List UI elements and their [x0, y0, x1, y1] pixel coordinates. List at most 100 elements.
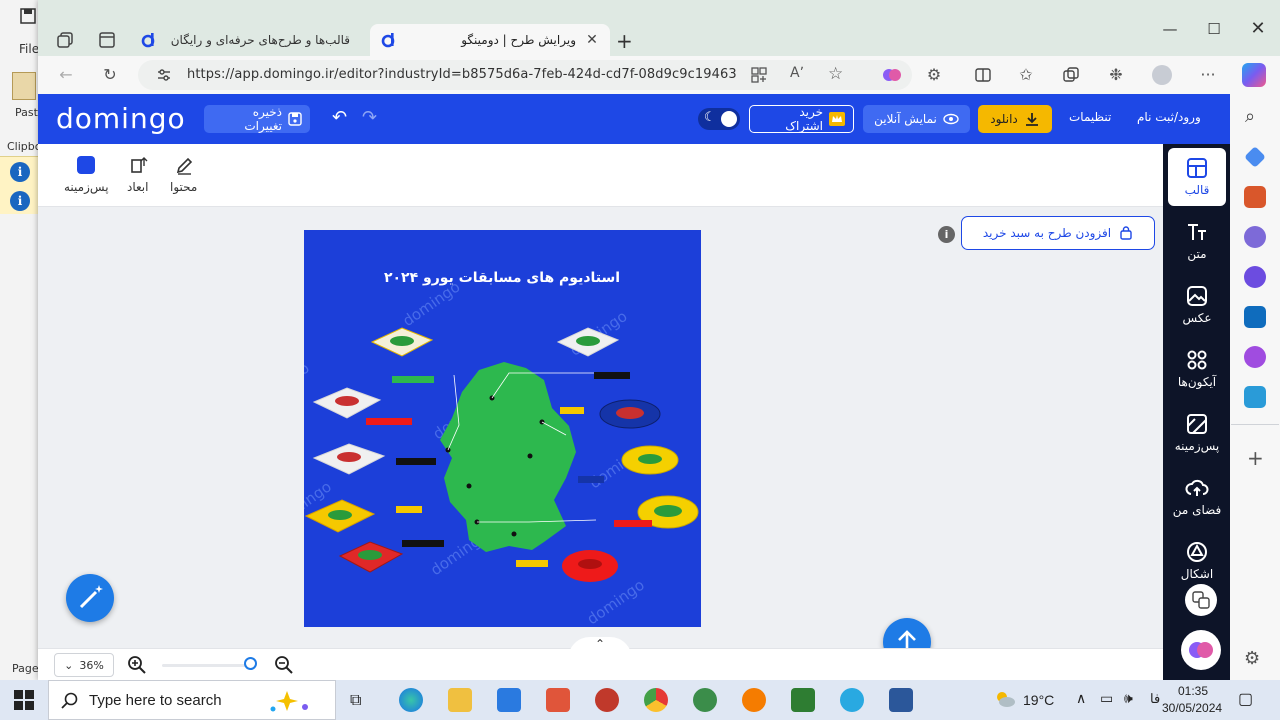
sidebar-item-label: پس‌زمینه: [1174, 439, 1220, 453]
copilot-brain-icon[interactable]: [1181, 630, 1221, 670]
tab-templates[interactable]: قالب‌ها و طرح‌های حرفه‌ای و رایگان: [130, 24, 368, 56]
sidebar-item-my-space[interactable]: فضای من: [1168, 468, 1226, 526]
info-bar: i i: [0, 156, 40, 214]
domingo-editor: domingo ذخیره تغییرات ↶ ↷ ☾ خرید اشتراک …: [38, 94, 1230, 680]
globe-app-icon[interactable]: [693, 688, 717, 712]
clock-date[interactable]: 30/05/2024: [1162, 701, 1222, 715]
tab-title: قالب‌ها و طرح‌های حرفه‌ای و رایگان: [170, 33, 350, 47]
sidebar-item-template[interactable]: قالب: [1168, 148, 1226, 206]
address-bar[interactable]: https://app.domingo.ir/editor?industryId…: [138, 60, 912, 90]
save-changes-button[interactable]: ذخیره تغییرات: [204, 105, 310, 133]
chrome-icon[interactable]: [644, 688, 668, 712]
games-icon[interactable]: [1244, 226, 1266, 248]
sidebar-item-shapes[interactable]: اشکال: [1168, 532, 1226, 590]
settings-gear-icon[interactable]: ⚙: [1244, 648, 1260, 669]
maximize-icon[interactable]: ☐: [1194, 20, 1234, 46]
firefox-icon[interactable]: [742, 688, 766, 712]
profile-avatar-icon[interactable]: [1152, 65, 1172, 85]
edge-app-icon[interactable]: [399, 688, 423, 712]
shopping-tag-icon[interactable]: [1244, 146, 1266, 168]
help-info-icon[interactable]: i: [938, 226, 955, 243]
battery-icon[interactable]: ▭: [1100, 690, 1113, 707]
design-canvas[interactable]: domingo domingo domingo domingo domingo dom…: [304, 230, 701, 627]
send-icon[interactable]: [1244, 386, 1266, 408]
buy-subscription-button[interactable]: خرید اشتراک: [749, 105, 854, 133]
outlook-icon[interactable]: [1244, 306, 1266, 328]
minimize-icon[interactable]: —: [1150, 20, 1190, 46]
clock-time[interactable]: 01:35: [1178, 684, 1208, 698]
workspaces-icon[interactable]: [56, 31, 74, 49]
download-button[interactable]: دانلود: [978, 105, 1052, 133]
sidebar-item-icons[interactable]: آیکون‌ها: [1168, 340, 1226, 398]
tool-content[interactable]: محتوا: [170, 156, 197, 194]
dark-mode-toggle[interactable]: ☾: [698, 108, 740, 130]
temperature[interactable]: 19°C: [1023, 692, 1054, 708]
microsoft365-icon[interactable]: [1244, 266, 1266, 288]
notifications-icon[interactable]: ▢: [1238, 689, 1253, 709]
file-explorer-icon[interactable]: [448, 688, 472, 712]
task-view-icon[interactable]: ⧉: [350, 690, 361, 710]
collapse-panel-button[interactable]: ⌃: [568, 637, 632, 659]
domingo-logo[interactable]: domingo: [56, 102, 186, 135]
language-indicator[interactable]: فا: [1150, 691, 1160, 707]
tools-icon[interactable]: [1244, 186, 1266, 208]
sidebar-item-background[interactable]: پس‌زمینه: [1168, 404, 1226, 462]
collections-icon[interactable]: [1062, 66, 1080, 84]
site-info-icon[interactable]: [156, 67, 172, 83]
online-preview-button[interactable]: نمایش آنلاین: [863, 105, 970, 133]
volume-icon[interactable]: 🕪: [1124, 690, 1133, 707]
chevron-up-icon: ⌃: [594, 637, 606, 651]
translate-icon[interactable]: [1185, 584, 1217, 616]
back-icon[interactable]: ←: [56, 65, 76, 85]
svg-text:domingo: domingo: [584, 576, 648, 627]
zoom-slider-handle[interactable]: [244, 657, 257, 670]
redo-icon[interactable]: ↷: [362, 107, 377, 128]
store-icon[interactable]: [497, 688, 521, 712]
word-icon[interactable]: [889, 688, 913, 712]
settings-link[interactable]: تنظیمات: [1069, 110, 1111, 124]
login-link[interactable]: ورود/ثبت نام: [1137, 110, 1201, 124]
close-tab-icon[interactable]: ✕: [584, 32, 600, 48]
file-menu[interactable]: File: [19, 42, 39, 56]
domingo-favicon-icon: [380, 32, 396, 48]
show-hidden-icons-icon[interactable]: ∧: [1076, 690, 1086, 707]
tool-background[interactable]: پس‌زمینه: [64, 156, 109, 194]
favorites-icon[interactable]: ✩: [1016, 65, 1036, 85]
performance-icon[interactable]: ❉: [1106, 65, 1126, 85]
add-sidebar-icon[interactable]: +: [1247, 446, 1264, 470]
tool-dimensions[interactable]: ابعاد: [127, 156, 148, 194]
add-to-cart-button[interactable]: افزودن طرح به سبد خرید: [961, 216, 1155, 250]
zoom-in-icon[interactable]: [127, 655, 147, 675]
refresh-icon[interactable]: ↻: [100, 65, 120, 85]
copilot-icon[interactable]: [1242, 63, 1266, 87]
edge-sidebar: ⌕ + ⚙: [1230, 94, 1280, 680]
windows-start-icon[interactable]: [14, 690, 34, 710]
more-menu-icon[interactable]: ···: [1198, 65, 1218, 85]
split-screen-icon[interactable]: [974, 66, 992, 84]
favorite-star-icon[interactable]: ☆: [828, 64, 843, 84]
undo-icon[interactable]: ↶: [332, 107, 347, 128]
extensions-icon[interactable]: ⚙: [924, 65, 944, 85]
app-available-icon[interactable]: [750, 66, 768, 84]
tab-editor[interactable]: ویرایش طرح | دومینگو ✕: [370, 24, 610, 56]
tab-actions-icon[interactable]: [98, 31, 116, 49]
taskbar-search-input[interactable]: Type here to search: [48, 680, 336, 720]
read-aloud-icon[interactable]: Aʼ: [790, 65, 804, 81]
zoom-out-icon[interactable]: [274, 655, 294, 675]
new-tab-icon[interactable]: +: [616, 29, 633, 53]
page-label: Page: [12, 662, 39, 675]
close-window-icon[interactable]: ✕: [1238, 18, 1278, 44]
designer-icon[interactable]: [1244, 346, 1266, 368]
copilot-brain-icon[interactable]: [882, 65, 902, 85]
paste-icon[interactable]: [12, 72, 36, 100]
search-icon[interactable]: ⌕: [1245, 106, 1255, 127]
telegram-icon[interactable]: [840, 688, 864, 712]
zoom-select[interactable]: ⌄ 36%: [54, 653, 114, 677]
zoom-slider[interactable]: [162, 664, 252, 667]
powerpoint-like-icon[interactable]: [595, 688, 619, 712]
sheet-app-icon[interactable]: [791, 688, 815, 712]
sidebar-item-image[interactable]: عکس: [1168, 276, 1226, 334]
sidebar-item-text[interactable]: متن: [1168, 212, 1226, 270]
canva-app-icon[interactable]: [546, 688, 570, 712]
magic-wand-button[interactable]: [66, 574, 114, 622]
